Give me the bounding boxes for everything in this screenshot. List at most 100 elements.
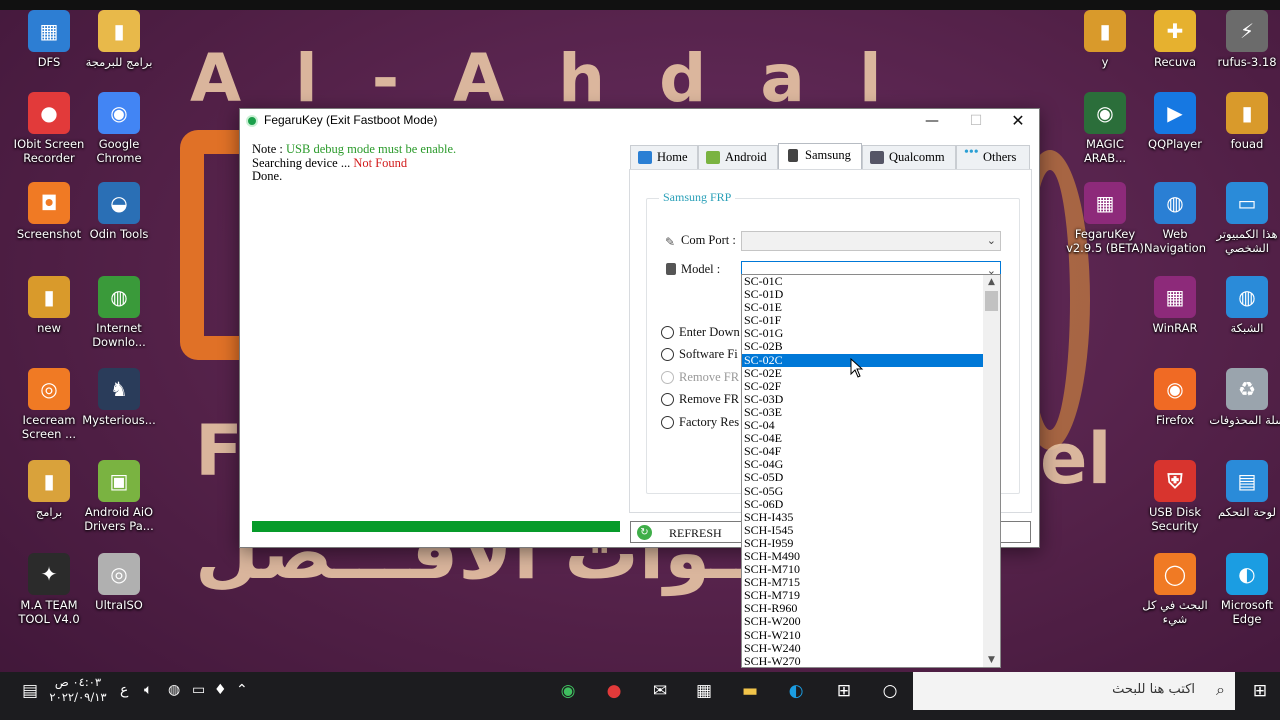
desktop-icon-right-4[interactable]: ▶ QQPlayer (1136, 92, 1214, 151)
desktop-icon-left-13[interactable]: ◎ UltraISO (80, 553, 158, 612)
model-option[interactable]: SCH-I545 (742, 523, 984, 537)
radio-enter-download[interactable] (661, 326, 674, 339)
desktop-icon-right-9[interactable]: ▦ WinRAR (1136, 276, 1214, 335)
desktop-icon-left-5[interactable]: ◒ Odin Tools (80, 182, 158, 241)
scroll-thumb[interactable] (985, 291, 998, 311)
log-searching-prefix: Searching device ... (252, 155, 354, 170)
desktop-icon-right-12[interactable]: ♻ سلة المحذوفات (1208, 368, 1280, 427)
model-option[interactable]: SC-03E (742, 405, 984, 419)
desktop-icon-right-11[interactable]: ◉ Firefox (1136, 368, 1214, 427)
scroll-down-icon[interactable]: ▼ (983, 653, 1000, 667)
tab-android[interactable]: Android (698, 145, 778, 169)
desktop-icon-label: الشبكة (1230, 321, 1264, 335)
network-icon[interactable]: ◍ (168, 682, 180, 698)
microphone-icon[interactable]: ♦ (214, 682, 227, 698)
taskbar-fegarukey[interactable]: ◉ (547, 672, 589, 710)
battery-icon[interactable]: ▭ (192, 682, 205, 698)
maximize-button[interactable]: ☐ (954, 109, 998, 133)
close-button[interactable]: ✕ (996, 109, 1040, 133)
start-button[interactable]: ⊞ (1240, 672, 1280, 710)
desktop-icon-right-0[interactable]: ▮ y (1066, 10, 1144, 69)
desktop-icon-label: Screenshot (16, 227, 82, 241)
desktop-icon-label: WinRAR (1152, 321, 1198, 335)
taskbar-edge[interactable]: ◐ (776, 672, 816, 710)
show-hidden-icons-icon[interactable]: ⌃ (236, 682, 248, 698)
desktop-icon-right-7[interactable]: ◍ Web Navigation (1136, 182, 1214, 255)
desktop-icon-left-12[interactable]: ✦ M.A TEAM TOOL V4.0 (10, 553, 88, 626)
desktop-app-icon: ◍ (1226, 276, 1268, 318)
desktop-icon-left-7[interactable]: ◍ Internet Downlo... (80, 276, 158, 349)
radio-remove-frp[interactable] (661, 393, 674, 406)
clock-time: ٠٤:٠٣ ص (54, 675, 102, 689)
input-language[interactable]: ع (120, 682, 128, 698)
desktop-icon-left-9[interactable]: ♞ Mysterious... (80, 368, 158, 427)
tab-qualcomm[interactable]: Qualcomm (862, 145, 956, 169)
cortana-button[interactable]: ○ (870, 672, 910, 710)
desktop-icon-left-6[interactable]: ▮ new (10, 276, 88, 335)
model-option[interactable]: SCH-W200 (742, 615, 984, 628)
desktop-icon-right-13[interactable]: ⛨ USB Disk Security (1136, 460, 1214, 533)
desktop-icon-right-5[interactable]: ▮ fouad (1208, 92, 1280, 151)
taskbar-explorer[interactable]: ▬ (730, 672, 770, 710)
desktop-app-icon: ✦ (28, 553, 70, 595)
home-icon (638, 151, 652, 164)
desktop-icon-right-14[interactable]: ▤ لوحة التحكم (1208, 460, 1280, 519)
android-icon (706, 151, 720, 164)
model-option[interactable]: SC-03D (742, 392, 984, 406)
desktop-icon-right-1[interactable]: ✚ Recuva (1136, 10, 1214, 69)
volume-icon[interactable]: 🔈︎ (144, 682, 152, 698)
scroll-up-icon[interactable]: ▲ (983, 275, 1000, 289)
task-view-icon: ⊞ (836, 681, 852, 701)
desktop-app-icon: ◉ (98, 92, 140, 134)
desktop-icon-right-2[interactable]: ⚡ rufus-3.18 (1208, 10, 1280, 69)
desktop-icon-label: Internet Downlo... (92, 321, 146, 349)
minimize-button[interactable]: — (910, 109, 954, 133)
mail-icon: ✉ (652, 681, 668, 701)
taskbar-store[interactable]: ▦ (684, 672, 724, 710)
model-option[interactable]: SC-02B (742, 340, 984, 353)
desktop-icon-left-10[interactable]: ▮ برامج (10, 460, 88, 519)
desktop-icon-right-8[interactable]: ▭ هذا الكمبيوتر الشخصي (1208, 182, 1280, 255)
desktop-icon-right-3[interactable]: ◉ MAGIC ARAB... (1066, 92, 1144, 165)
refresh-label: REFRESH (669, 526, 722, 540)
desktop-icon-left-2[interactable]: ● IObit Screen Recorder (10, 92, 88, 165)
desktop-icon-label: البحث في كل شيء (1142, 598, 1208, 626)
title-bar[interactable]: FegaruKey (Exit Fastboot Mode) — ☐ ✕ (240, 109, 1039, 133)
desktop-icon-left-4[interactable]: ◘ Screenshot (10, 182, 88, 241)
clock-date: ٢٠٢٢/٠٩/١٣ (49, 690, 107, 704)
desktop-icon-right-15[interactable]: ◯ البحث في كل شيء (1136, 553, 1214, 626)
notifications-button[interactable]: ▤ (10, 672, 50, 710)
com-port-select[interactable]: ⌄ (741, 231, 1001, 251)
desktop-icon-label: Odin Tools (89, 227, 149, 241)
model-option[interactable]: SC-05D (742, 471, 984, 484)
model-dropdown-list[interactable]: SC-01C SC-01D SC-01E SC-01F SC-01G SC-02B SC-0… (741, 274, 1001, 668)
model-option[interactable]: SCH-I959 (742, 536, 984, 550)
desktop-icon-label: Recuva (1153, 55, 1196, 69)
desktop-icon-right-6[interactable]: ▦ FegaruKey v2.9.5 (BETA) (1066, 182, 1144, 255)
tab-home[interactable]: Home (630, 145, 698, 169)
model-option[interactable]: SCH-W210 (742, 628, 984, 642)
taskbar-search[interactable]: اكتب هنا للبحث ⌕ (913, 672, 1235, 710)
desktop-icon-left-8[interactable]: ◎ Icecream Screen ... (10, 368, 88, 441)
model-option[interactable]: SC-06D (742, 497, 984, 511)
desktop-icon-left-0[interactable]: ▦ DFS (10, 10, 88, 69)
taskbar-mail[interactable]: ✉ (640, 672, 680, 710)
system-clock[interactable]: ٠٤:٠٣ ص ٢٠٢٢/٠٩/١٣ (48, 675, 108, 705)
task-view-button[interactable]: ⊞ (824, 672, 864, 710)
dropdown-scrollbar[interactable]: ▲ ▼ (983, 275, 1000, 667)
model-option[interactable]: SC-02F (742, 379, 984, 393)
model-option[interactable]: SC-05G (742, 484, 984, 498)
desktop-icon-right-10[interactable]: ◍ الشبكة (1208, 276, 1280, 335)
model-option[interactable]: SCH-I435 (742, 510, 984, 524)
desktop-icon-left-1[interactable]: ▮ برامج للبرمجة (80, 10, 158, 69)
radio-factory-reset[interactable] (661, 416, 674, 429)
desktop-icon-left-11[interactable]: ▣ Android AiO Drivers Pa... (80, 460, 158, 533)
desktop-icon-left-3[interactable]: ◉ Google Chrome (80, 92, 158, 165)
tab-others[interactable]: ••• Others (956, 145, 1030, 169)
model-option[interactable]: SCH-W240 (742, 641, 984, 655)
radio-software-fix[interactable] (661, 348, 674, 361)
model-option[interactable]: SCH-W270 (742, 654, 984, 667)
taskbar-recorder[interactable]: ● (594, 672, 634, 710)
desktop-icon-right-16[interactable]: ◐ Microsoft Edge (1208, 553, 1280, 626)
tab-samsung[interactable]: Samsung (778, 143, 862, 169)
